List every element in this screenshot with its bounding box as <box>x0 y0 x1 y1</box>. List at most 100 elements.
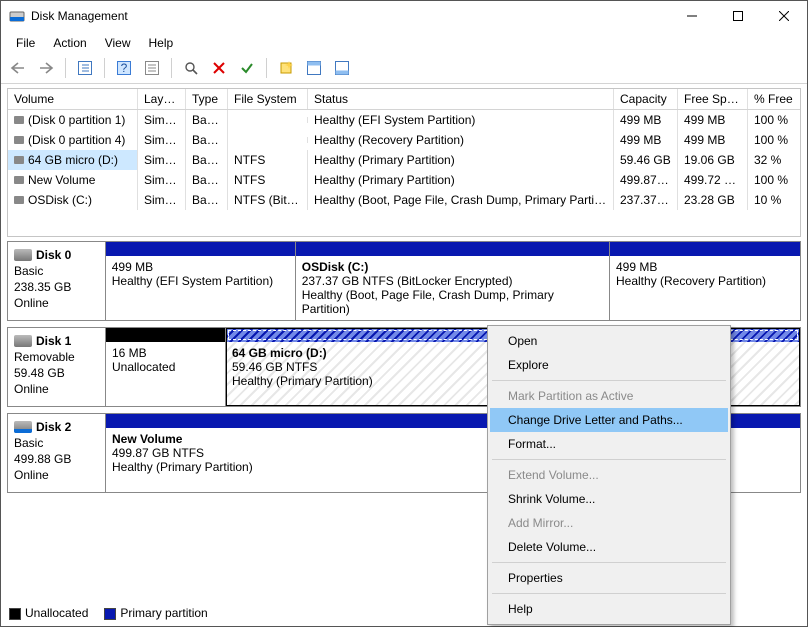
legend-unallocated-label: Unallocated <box>25 606 88 620</box>
volume-row[interactable]: OSDisk (C:)SimpleBasicNTFS (BitLo...Heal… <box>8 190 800 210</box>
partition-size: 499 MB <box>616 260 794 274</box>
volume-cell: New Volume <box>8 170 138 190</box>
close-button[interactable] <box>761 1 807 31</box>
volume-cell: OSDisk (C:) <box>8 190 138 210</box>
col-capacity[interactable]: Capacity <box>614 89 678 109</box>
col-volume[interactable]: Volume <box>8 89 138 109</box>
disk-status: Online <box>14 382 99 396</box>
context-menu-item[interactable]: Explore <box>490 353 728 377</box>
volume-cell: 64 GB micro (D:) <box>8 150 138 170</box>
disk-label-panel[interactable]: Disk 0Basic238.35 GBOnline <box>8 242 106 320</box>
volume-cell: Healthy (Recovery Partition) <box>308 130 614 150</box>
context-menu-item[interactable]: Properties <box>490 566 728 590</box>
volume-cell: 237.37 GB <box>614 190 678 210</box>
volume-icon <box>14 196 24 204</box>
partition[interactable]: 499 MBHealthy (Recovery Partition) <box>610 242 800 320</box>
context-menu-separator <box>492 459 726 460</box>
col-type[interactable]: Type <box>186 89 228 109</box>
col-status[interactable]: Status <box>308 89 614 109</box>
col-pctfree[interactable]: % Free <box>748 89 800 109</box>
context-menu-item: Extend Volume... <box>490 463 728 487</box>
context-menu-separator <box>492 593 726 594</box>
disk-status: Online <box>14 296 99 310</box>
volume-cell: Healthy (EFI System Partition) <box>308 110 614 130</box>
context-menu-item[interactable]: Help <box>490 597 728 621</box>
back-button[interactable] <box>7 57 29 79</box>
volume-cell: NTFS <box>228 170 308 190</box>
volume-cell: Simple <box>138 110 186 130</box>
volume-cell: (Disk 0 partition 1) <box>8 110 138 130</box>
volume-row[interactable]: (Disk 0 partition 4)SimpleBasicHealthy (… <box>8 130 800 150</box>
volume-cell: Basic <box>186 190 228 210</box>
volume-icon <box>14 176 24 184</box>
minimize-button[interactable] <box>669 1 715 31</box>
context-menu-item: Mark Partition as Active <box>490 384 728 408</box>
forward-button[interactable] <box>35 57 57 79</box>
volume-row[interactable]: (Disk 0 partition 1)SimpleBasicHealthy (… <box>8 110 800 130</box>
volume-name: 64 GB micro (D:) <box>28 153 118 167</box>
legend-unallocated: Unallocated <box>9 606 88 620</box>
volume-cell <box>228 117 308 123</box>
volume-list-header: Volume Layout Type File System Status Ca… <box>8 89 800 110</box>
volume-cell: 23.28 GB <box>678 190 748 210</box>
action-list-icon[interactable] <box>141 57 163 79</box>
menu-help[interactable]: Help <box>140 33 183 53</box>
explore-icon[interactable] <box>180 57 202 79</box>
menu-view[interactable]: View <box>96 33 140 53</box>
context-menu-item: Add Mirror... <box>490 511 728 535</box>
disk-type: Basic <box>14 264 99 278</box>
partition[interactable]: 16 MBUnallocated <box>106 328 226 406</box>
checkmark-icon[interactable] <box>236 57 258 79</box>
volume-cell: 499 MB <box>678 110 748 130</box>
volume-row[interactable]: 64 GB micro (D:)SimpleBasicNTFSHealthy (… <box>8 150 800 170</box>
context-menu-item[interactable]: Open <box>490 329 728 353</box>
partition-color-bar <box>106 328 225 342</box>
disk-label-panel[interactable]: Disk 1Removable59.48 GBOnline <box>8 328 106 406</box>
partition-color-bar <box>610 242 800 256</box>
context-menu-item[interactable]: Shrink Volume... <box>490 487 728 511</box>
settings-top-icon[interactable] <box>303 57 325 79</box>
swatch-unallocated <box>9 608 21 620</box>
partition-status: Unallocated <box>112 360 219 374</box>
menu-bar: File Action View Help <box>1 31 807 55</box>
partition[interactable]: OSDisk (C:)237.37 GB NTFS (BitLocker Enc… <box>296 242 610 320</box>
menu-action[interactable]: Action <box>44 33 95 53</box>
legend: Unallocated Primary partition <box>9 606 208 620</box>
delete-icon[interactable] <box>208 57 230 79</box>
context-menu-item[interactable]: Format... <box>490 432 728 456</box>
partition-size: 237.37 GB NTFS (BitLocker Encrypted) <box>302 274 603 288</box>
disk-size: 499.88 GB <box>14 452 99 466</box>
settings-bottom-icon[interactable] <box>331 57 353 79</box>
partition-status: Healthy (Boot, Page File, Crash Dump, Pr… <box>302 288 603 316</box>
volume-cell: 100 % <box>748 130 800 150</box>
volume-cell: (Disk 0 partition 4) <box>8 130 138 150</box>
partition[interactable]: 499 MBHealthy (EFI System Partition) <box>106 242 296 320</box>
disk-partitions: 499 MBHealthy (EFI System Partition)OSDi… <box>106 242 800 320</box>
col-freespace[interactable]: Free Space <box>678 89 748 109</box>
context-menu-item[interactable]: Delete Volume... <box>490 535 728 559</box>
legend-primary-label: Primary partition <box>120 606 207 620</box>
toolbar: ? <box>1 55 807 84</box>
partition-body: 499 MBHealthy (Recovery Partition) <box>610 256 800 320</box>
volume-icon <box>14 116 24 124</box>
col-filesystem[interactable]: File System <box>228 89 308 109</box>
volume-cell: 19.06 GB <box>678 150 748 170</box>
volume-icon <box>14 156 24 164</box>
svg-text:?: ? <box>121 61 128 75</box>
disk-icon <box>14 335 32 347</box>
show-hide-console-tree-icon[interactable] <box>74 57 96 79</box>
volume-cell: Simple <box>138 170 186 190</box>
new-icon[interactable] <box>275 57 297 79</box>
maximize-button[interactable] <box>715 1 761 31</box>
col-layout[interactable]: Layout <box>138 89 186 109</box>
volume-cell: NTFS <box>228 150 308 170</box>
context-menu-item[interactable]: Change Drive Letter and Paths... <box>490 408 728 432</box>
help-icon[interactable]: ? <box>113 57 135 79</box>
menu-file[interactable]: File <box>7 33 44 53</box>
volume-row[interactable]: New VolumeSimpleBasicNTFSHealthy (Primar… <box>8 170 800 190</box>
volume-cell: 499 MB <box>678 130 748 150</box>
window-title: Disk Management <box>31 9 669 23</box>
disk-label-panel[interactable]: Disk 2Basic499.88 GBOnline <box>8 414 106 492</box>
context-menu-separator <box>492 380 726 381</box>
disk-icon <box>14 249 32 261</box>
